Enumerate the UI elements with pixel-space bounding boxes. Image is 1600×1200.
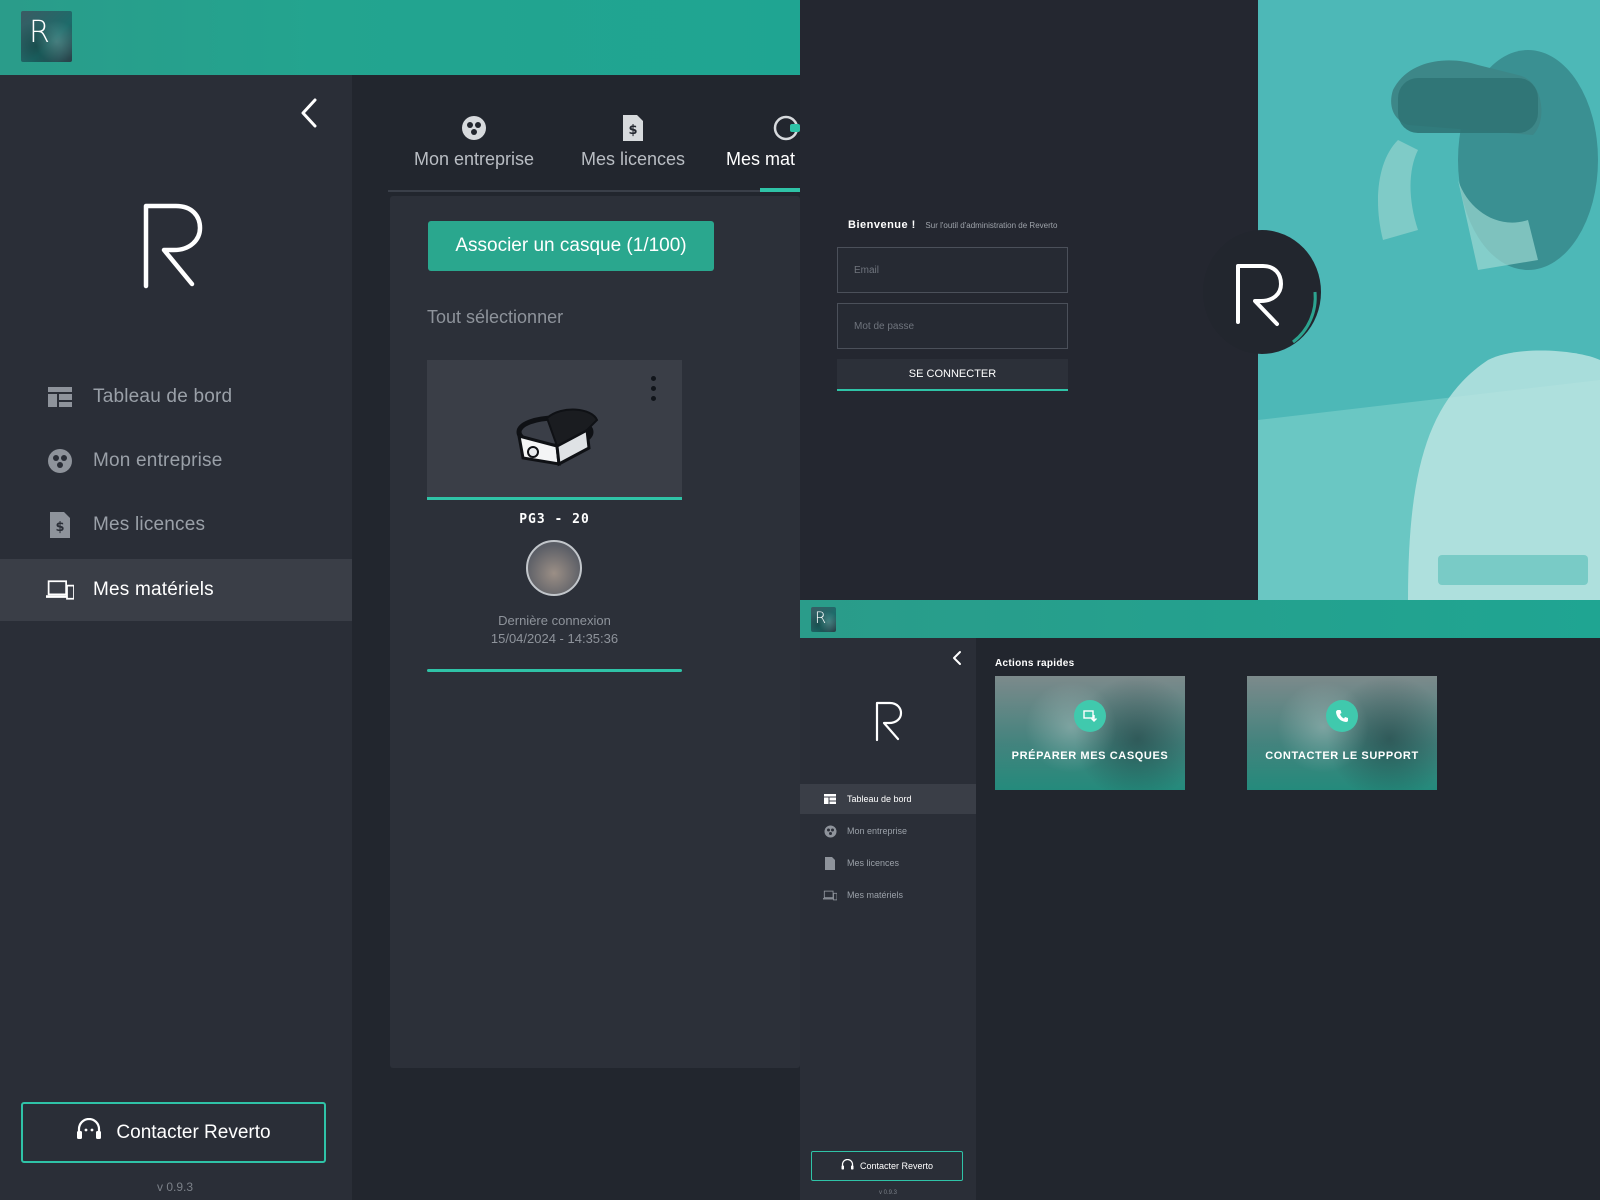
more-options-icon[interactable] — [651, 376, 657, 404]
device-image — [427, 360, 682, 500]
download-icon — [1074, 700, 1106, 732]
sidebar-item-dashboard[interactable]: Tableau de bord — [800, 784, 976, 814]
headset-icon — [841, 1158, 854, 1173]
svg-text:$: $ — [628, 123, 637, 138]
device-name: PG3 - 20 — [519, 512, 590, 527]
headset-icon — [76, 1117, 102, 1148]
welcome-heading: Bienvenue ! Sur l'outil d'administration… — [848, 219, 1057, 231]
quick-action-label: PRÉPARER MES CASQUES — [1011, 750, 1169, 762]
tab-label: Mon entreprise — [413, 149, 535, 169]
associate-headset-button[interactable]: Associer un casque (1/100) — [428, 221, 714, 271]
email-field[interactable] — [837, 247, 1068, 293]
sidebar-item-label: Mon entreprise — [93, 450, 223, 471]
version-label: v 0.9.3 — [156, 1180, 194, 1194]
dashboard-small-panel: R Tableau de bord Mon entreprise Mes lic… — [800, 600, 1600, 1200]
sidebar-item-devices[interactable]: Mes matériels — [0, 559, 352, 621]
sidebar-item-label: Mes licences — [847, 858, 900, 868]
chevron-left-icon[interactable] — [298, 96, 328, 132]
company-icon — [46, 447, 74, 475]
card-bottom-border — [427, 669, 682, 672]
login-button[interactable]: SE CONNECTER — [837, 359, 1068, 391]
sidebar-item-label: Tableau de bord — [847, 794, 912, 804]
reverto-logo — [874, 700, 904, 742]
svg-text:$: $ — [55, 520, 64, 535]
contact-button[interactable]: Contacter Reverto — [21, 1102, 326, 1163]
prepare-headsets-card[interactable]: PRÉPARER MES CASQUES — [995, 676, 1185, 790]
tab-licenses[interactable]: $ Mes licences — [568, 115, 698, 170]
sidebar-item-devices[interactable]: Mes matériels — [800, 880, 976, 910]
select-all-link[interactable]: Tout sélectionner — [427, 307, 563, 328]
sidebar-item-company[interactable]: Mon entreprise — [0, 430, 352, 492]
phone-icon — [1326, 700, 1358, 732]
license-icon — [823, 856, 837, 870]
dashboard-large-panel: R Tableau de bord Mon entreprise $ Mes l… — [0, 0, 800, 1200]
chevron-left-icon[interactable] — [952, 650, 962, 670]
dashboard-icon — [823, 792, 837, 806]
vr-headset-icon — [516, 408, 599, 467]
sidebar-item-licenses[interactable]: Mes licences — [800, 848, 976, 878]
last-connection: Dernière connexion 15/04/2024 - 14:35:36 — [427, 612, 682, 648]
login-panel: Bienvenue ! Sur l'outil d'administration… — [800, 0, 1600, 600]
company-icon — [461, 115, 487, 141]
password-field[interactable] — [837, 303, 1068, 349]
contact-button-label: Contacter Reverto — [116, 1121, 271, 1143]
contact-support-card[interactable]: CONTACTER LE SUPPORT — [1247, 676, 1437, 790]
headset-icon — [772, 115, 800, 141]
welcome-subtitle: Sur l'outil d'administration de Reverto — [925, 221, 1058, 230]
avatar — [526, 540, 582, 596]
contact-button-label: Contacter Reverto — [859, 1161, 934, 1171]
sidebar-item-licenses[interactable]: $ Mes licences — [0, 494, 352, 556]
license-icon: $ — [620, 115, 646, 141]
sidebar-item-dashboard[interactable]: Tableau de bord — [0, 366, 352, 428]
app-icon[interactable]: R — [811, 607, 836, 632]
last-connection-label: Dernière connexion — [498, 613, 611, 628]
reverto-logo-badge — [1203, 230, 1321, 354]
welcome-title: Bienvenue ! — [848, 219, 916, 231]
sidebar-item-label: Mon entreprise — [847, 826, 908, 836]
tab-company[interactable]: Mon entreprise — [404, 115, 544, 170]
tab-devices[interactable]: Mes mat — [726, 115, 800, 170]
tab-label: Mes mat — [726, 149, 796, 169]
app-icon[interactable]: R — [21, 11, 72, 62]
version-label: v 0.9.3 — [878, 1190, 897, 1196]
devices-icon — [46, 576, 74, 604]
sidebar-item-label: Mes licences — [93, 514, 206, 535]
reverto-logo — [140, 200, 210, 290]
tab-label: Mes licences — [580, 149, 686, 169]
devices-icon — [823, 888, 837, 902]
sidebar-item-label: Mes matériels — [93, 579, 214, 600]
tab-active-indicator — [760, 188, 800, 192]
top-bar: R — [800, 600, 1600, 638]
contact-button[interactable]: Contacter Reverto — [811, 1151, 963, 1181]
sidebar-item-company[interactable]: Mon entreprise — [800, 816, 976, 846]
quick-action-label: CONTACTER LE SUPPORT — [1265, 750, 1419, 762]
top-bar: R — [0, 0, 800, 75]
license-icon: $ — [46, 511, 74, 539]
sidebar-item-label: Tableau de bord — [93, 386, 233, 407]
quick-actions-title: Actions rapides — [995, 658, 1075, 669]
company-icon — [823, 824, 837, 838]
dashboard-icon — [46, 383, 74, 411]
sidebar-item-label: Mes matériels — [847, 890, 904, 900]
last-connection-value: 15/04/2024 - 14:35:36 — [490, 631, 619, 646]
tab-divider — [388, 190, 800, 192]
